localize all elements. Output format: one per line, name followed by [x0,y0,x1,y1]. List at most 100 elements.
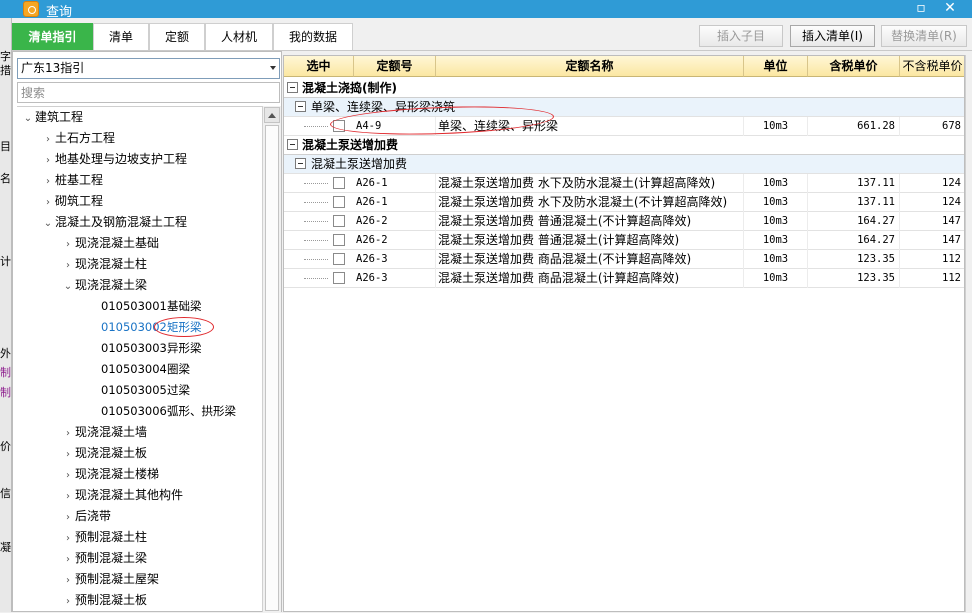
chevron-right-icon[interactable]: › [61,255,75,276]
chevron-right-icon[interactable]: › [61,423,75,444]
cell-price-notax: 124 [900,193,964,212]
tree-leaf-item[interactable]: 010503001基础梁 [101,296,202,317]
col-header-select[interactable]: 选中 [284,56,354,77]
grid-subgroup-row[interactable]: 单梁、连续梁、异形梁浇筑 [284,98,964,117]
chevron-right-icon[interactable]: › [61,234,75,255]
maximize-icon[interactable]: ▫ [908,0,934,18]
tree-leaf-item[interactable]: 010503006弧形、拱形梁 [101,401,236,422]
tree-folder-item[interactable]: › 现浇混凝土板 [61,443,147,464]
tree-folder-item[interactable]: › 现浇混凝土其他构件 [61,485,183,506]
cell-name: 混凝土泵送增加费 水下及防水混凝土(计算超高降效) [436,174,744,193]
grid-subgroup-row[interactable]: 混凝土泵送增加费 [284,155,964,174]
grid-group-row[interactable]: 混凝土泵送增加费 [284,136,964,155]
insert-list-button[interactable]: 插入清单(I) [790,25,875,47]
col-header-price-tax[interactable]: 含税单价 [808,56,900,77]
collapse-icon[interactable] [287,139,298,150]
cell-price-notax: 147 [900,231,964,250]
col-header-code[interactable]: 定额号 [354,56,436,77]
grid-group-row[interactable]: 混凝土浇捣(制作) [284,79,964,98]
tree-folder-item[interactable]: › 现浇混凝土柱 [61,254,147,275]
chevron-right-icon[interactable]: › [61,591,75,612]
tree-item-label: 异形梁 [167,341,202,355]
chevron-right-icon[interactable]: › [61,444,75,465]
chevron-right-icon[interactable]: › [61,549,75,570]
chevron-right-icon[interactable]: › [41,129,55,150]
scroll-up-icon[interactable] [264,107,280,123]
collapse-icon[interactable] [295,101,306,112]
tree-leaf-item[interactable]: 010503003异形梁 [101,338,202,359]
tree-scrollbar[interactable] [262,106,281,612]
tree-folder-item[interactable]: › 地基处理与边坡支护工程 [41,149,187,170]
tree-connector [304,126,328,127]
table-row[interactable]: A26-2 混凝土泵送增加费 普通混凝土(不计算超高降效) 10m3 164.27 14… [284,212,964,231]
cell-price-tax: 123.35 [808,250,900,269]
chevron-right-icon[interactable]: › [41,192,55,213]
tree-folder-item[interactable]: › 预制混凝土梁 [61,548,147,569]
search-input[interactable] [17,82,280,103]
library-select[interactable]: 广东13指引 [17,58,280,79]
quota-grid: 选中 定额号 定额名称 单位 含税单价 不含税单价 混凝土浇捣(制作) 单梁、连续… [283,55,965,612]
chevron-right-icon[interactable]: › [61,528,75,549]
scrollbar-thumb[interactable] [265,125,279,611]
tree-leaf-item[interactable]: 010503004圈梁 [101,359,190,380]
chevron-right-icon[interactable]: › [61,486,75,507]
row-checkbox[interactable] [333,253,345,265]
row-checkbox[interactable] [333,234,345,246]
col-header-name[interactable]: 定额名称 [436,56,744,77]
cell-price-notax: 678 [900,117,964,136]
grid-scrollbar[interactable] [965,55,972,612]
window-titlebar[interactable]: 查询 ▫ ✕ [0,0,972,20]
replace-list-button[interactable]: 替换清单(R) [881,25,967,47]
chevron-down-icon[interactable]: ⌄ [21,108,35,129]
tree-folder-item[interactable]: › 现浇混凝土基础 [61,233,159,254]
chevron-right-icon[interactable]: › [61,465,75,486]
tab-labor-material-machine[interactable]: 人材机 [205,23,273,50]
collapse-icon[interactable] [287,82,298,93]
tab-list[interactable]: 清单 [93,23,149,50]
grid-subgroup-title: 单梁、连续梁、异形梁浇筑 [311,100,456,114]
tree-folder-item[interactable]: › 预制混凝土屋架 [61,569,159,590]
tree-folder-item[interactable]: › 现浇混凝土楼梯 [61,464,159,485]
tab-list-guide[interactable]: 清单指引 [12,23,93,50]
tree-folder-item[interactable]: › 桩基工程 [41,170,103,191]
tree-folder-item[interactable]: › 预制混凝土柱 [61,527,147,548]
tree-folder-item[interactable]: › 砌筑工程 [41,191,103,212]
row-checkbox[interactable] [333,215,345,227]
chevron-down-icon[interactable]: ⌄ [41,213,55,234]
row-checkbox[interactable] [333,177,345,189]
collapse-icon[interactable] [295,158,306,169]
col-header-price-notax[interactable]: 不含税单价 [900,56,964,77]
grid-body: 混凝土浇捣(制作) 单梁、连续梁、异形梁浇筑 A4-9 单梁、连续梁、异形梁 10m3 6… [284,77,964,611]
row-checkbox[interactable] [333,196,345,208]
table-row[interactable]: A4-9 单梁、连续梁、异形梁 10m3 661.28 678 [284,117,964,136]
table-row[interactable]: A26-1 混凝土泵送增加费 水下及防水混凝土(不计算超高降效) 10m3 137.1… [284,193,964,212]
tab-quota[interactable]: 定额 [149,23,205,50]
chevron-right-icon[interactable]: › [41,150,55,171]
table-row[interactable]: A26-1 混凝土泵送增加费 水下及防水混凝土(计算超高降效) 10m3 137.11… [284,174,964,193]
chevron-right-icon[interactable]: › [61,570,75,591]
tab-my-data[interactable]: 我的数据 [273,23,353,50]
tree-leaf-item[interactable]: 010503005过梁 [101,380,190,401]
tree-leaf-item[interactable]: 010503002矩形梁 [101,317,202,338]
tree-folder-item[interactable]: ⌄ 建筑工程 [21,107,83,128]
tree-folder-item[interactable]: › 预制混凝土板 [61,590,147,611]
table-row[interactable]: A26-2 混凝土泵送增加费 普通混凝土(计算超高降效) 10m3 164.27 147 [284,231,964,250]
tree-folder-item[interactable]: › 后浇带 [61,506,111,527]
table-row[interactable]: A26-3 混凝土泵送增加费 商品混凝土(不计算超高降效) 10m3 123.35 11… [284,250,964,269]
tree-folder-item[interactable]: ⌄ 现浇混凝土梁 [61,275,147,296]
chevron-down-icon[interactable] [270,66,276,70]
chevron-right-icon[interactable]: › [41,171,55,192]
chevron-right-icon[interactable]: › [61,507,75,528]
tree-folder-item[interactable]: › 土石方工程 [41,128,115,149]
row-checkbox[interactable] [333,120,345,132]
chevron-down-icon[interactable]: ⌄ [61,276,75,297]
cell-unit: 10m3 [744,193,808,212]
insert-child-button[interactable]: 插入子目 [699,25,783,47]
tree-folder-item[interactable]: › 现浇混凝土墙 [61,422,147,443]
row-checkbox[interactable] [333,272,345,284]
col-header-unit[interactable]: 单位 [744,56,808,77]
grid-group-title: 混凝土浇捣(制作) [302,81,397,95]
table-row[interactable]: A26-3 混凝土泵送增加费 商品混凝土(计算超高降效) 10m3 123.35 112 [284,269,964,288]
tree-folder-item[interactable]: ⌄ 混凝土及钢筋混凝土工程 [41,212,187,233]
close-icon[interactable]: ✕ [937,0,963,18]
